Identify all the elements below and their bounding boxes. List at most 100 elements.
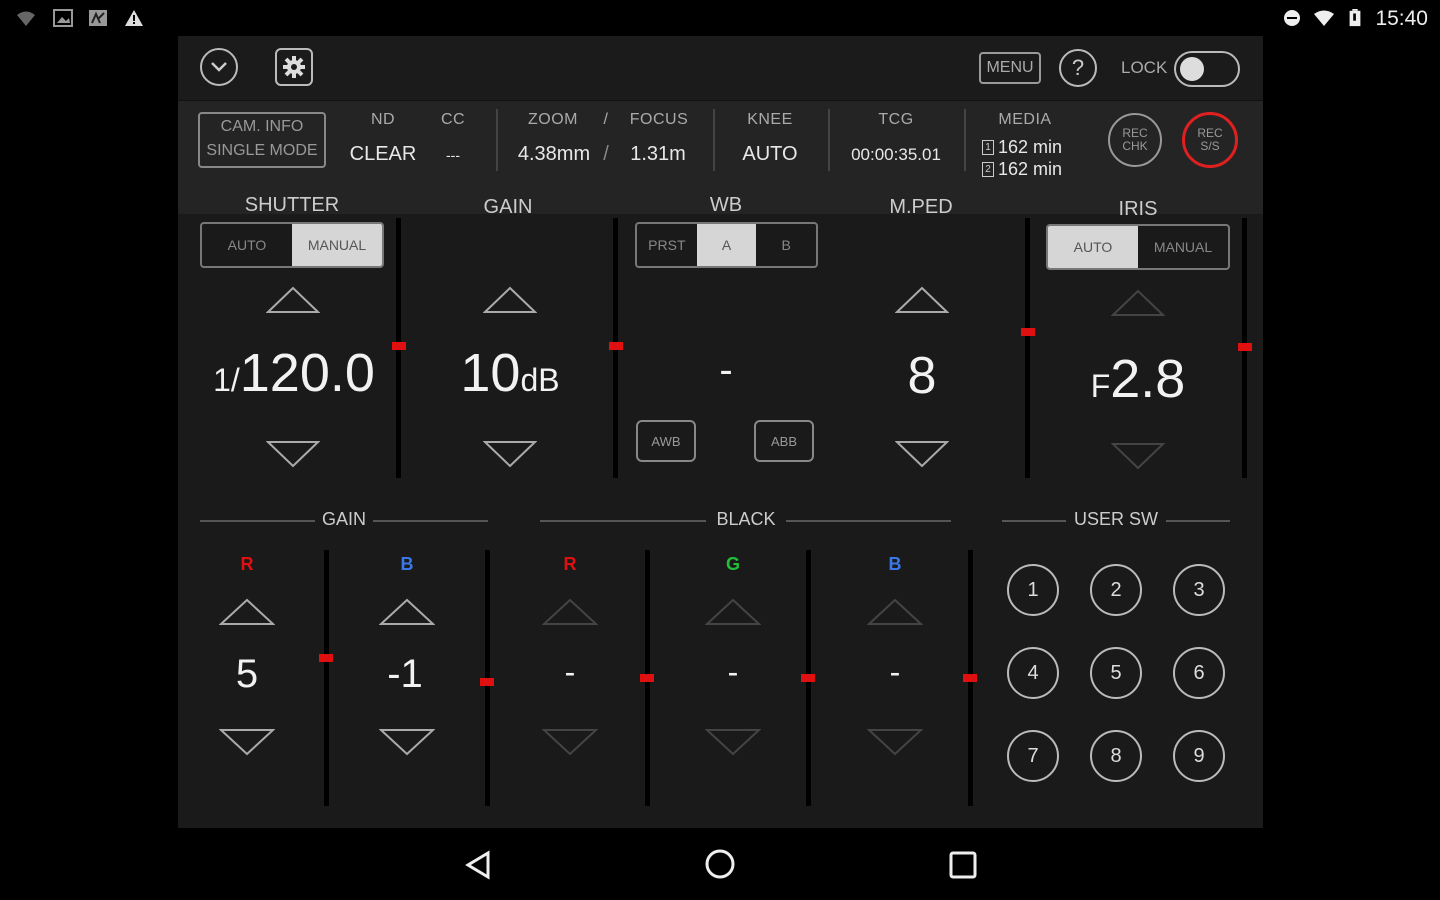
black-r-label: R xyxy=(563,554,577,574)
wb-title: WB xyxy=(709,194,743,216)
shutter-auto-button[interactable]: AUTO xyxy=(202,224,292,266)
black-g-slider-marker[interactable] xyxy=(801,674,815,682)
gain-title: GAIN xyxy=(483,196,533,218)
tcg-value: 00:00:35.01 xyxy=(851,145,941,164)
settings-button[interactable] xyxy=(275,48,313,86)
wb-a-button[interactable]: A xyxy=(696,224,757,266)
help-button[interactable]: ? xyxy=(1059,49,1097,87)
iris-manual-button[interactable]: MANUAL xyxy=(1138,226,1228,268)
shutter-slider-marker[interactable] xyxy=(392,342,406,350)
wb-value: - xyxy=(719,348,733,392)
wifi-icon xyxy=(1314,10,1334,26)
lock-toggle[interactable] xyxy=(1174,51,1240,87)
focus-label: FOCUS xyxy=(629,111,689,128)
black-b-up-button[interactable] xyxy=(867,598,923,626)
user-sw-title: USER SW xyxy=(1073,509,1158,529)
cam-info-title: CAM. INFO xyxy=(220,118,304,135)
zoom-label: ZOOM xyxy=(528,111,578,128)
wb-preset-button[interactable]: PRST xyxy=(637,224,697,266)
image-icon xyxy=(53,9,73,27)
gain-down-button[interactable] xyxy=(483,440,537,468)
divider xyxy=(828,109,830,171)
nd-value: CLEAR xyxy=(349,143,417,165)
iris-auto-button[interactable]: AUTO xyxy=(1048,226,1138,268)
battery-icon xyxy=(1349,9,1361,27)
black-r-slider-marker[interactable] xyxy=(640,674,654,682)
slash-label: / xyxy=(603,111,609,128)
system-nav-bar xyxy=(0,828,1440,900)
black-b-value: - xyxy=(889,654,901,690)
black-r-value: - xyxy=(564,654,576,690)
camera-control-panel: MENU ? LOCK CAM. INFO SINGLE MODE ND CLE… xyxy=(178,36,1263,828)
gain-r-label: R xyxy=(240,554,254,574)
user-sw-6-button[interactable]: 6 xyxy=(1173,647,1225,699)
gain-value: 10dB xyxy=(440,342,580,404)
mped-up-button[interactable] xyxy=(895,286,949,314)
user-sw-2-button[interactable]: 2 xyxy=(1090,564,1142,616)
cam-info-button[interactable]: CAM. INFO SINGLE MODE xyxy=(198,112,326,168)
zoom-value: 4.38mm xyxy=(517,143,591,165)
mped-slider-marker[interactable] xyxy=(1021,328,1035,336)
iris-title: IRIS xyxy=(1118,198,1158,220)
gain-b-slider-marker[interactable] xyxy=(480,678,494,686)
wb-b-button[interactable]: B xyxy=(756,224,816,266)
shutter-mode-toggle: AUTO MANUAL xyxy=(200,222,384,268)
black-g-down-button[interactable] xyxy=(705,728,761,756)
user-sw-3-button[interactable]: 3 xyxy=(1173,564,1225,616)
media-1-remaining: 162 min xyxy=(998,136,1063,157)
user-sw-7-button[interactable]: 7 xyxy=(1007,730,1059,782)
rec-start-stop-button[interactable]: REC S/S xyxy=(1182,112,1238,168)
cam-info-mode: SINGLE MODE xyxy=(206,142,318,159)
divider xyxy=(1166,520,1230,522)
shutter-title: SHUTTER xyxy=(244,194,340,216)
shutter-up-button[interactable] xyxy=(266,286,320,314)
iris-down-button[interactable] xyxy=(1111,442,1165,470)
black-r-up-button[interactable] xyxy=(542,598,598,626)
user-sw-4-button[interactable]: 4 xyxy=(1007,647,1059,699)
user-sw-9-button[interactable]: 9 xyxy=(1173,730,1225,782)
user-sw-5-button[interactable]: 5 xyxy=(1090,647,1142,699)
user-sw-8-button[interactable]: 8 xyxy=(1090,730,1142,782)
cc-value: --- xyxy=(446,147,460,163)
divider xyxy=(1002,520,1066,522)
menu-button[interactable]: MENU xyxy=(979,52,1041,84)
warning-icon xyxy=(125,10,143,26)
black-g-value: - xyxy=(727,654,739,690)
mped-down-button[interactable] xyxy=(895,440,949,468)
gain-slider-marker[interactable] xyxy=(609,342,623,350)
gain-b-down-button[interactable] xyxy=(379,728,435,756)
rec-check-button[interactable]: REC CHK xyxy=(1108,113,1162,167)
recents-icon[interactable] xyxy=(948,850,978,880)
gain-r-up-button[interactable] xyxy=(219,598,275,626)
gain-r-down-button[interactable] xyxy=(219,728,275,756)
black-g-up-button[interactable] xyxy=(705,598,761,626)
user-sw-1-button[interactable]: 1 xyxy=(1007,564,1059,616)
gain-up-button[interactable] xyxy=(483,286,537,314)
abb-button[interactable]: ABB xyxy=(754,420,814,462)
gain-number: 10 xyxy=(460,343,521,403)
black-b-slider-marker[interactable] xyxy=(963,674,977,682)
home-icon[interactable] xyxy=(704,848,736,880)
dnd-icon xyxy=(1284,10,1300,26)
mped-slider[interactable] xyxy=(1025,218,1030,478)
media-slot-2: 2 162 min xyxy=(982,159,1062,179)
iris-slider-marker[interactable] xyxy=(1238,343,1252,351)
back-icon[interactable] xyxy=(464,850,492,880)
shutter-down-button[interactable] xyxy=(266,440,320,468)
black-r-down-button[interactable] xyxy=(542,728,598,756)
shutter-value: 1/120.0 xyxy=(206,342,382,404)
collapse-button[interactable] xyxy=(200,48,238,86)
awb-button[interactable]: AWB xyxy=(636,420,696,462)
black-title: BLACK xyxy=(716,509,776,529)
iris-up-button[interactable] xyxy=(1111,289,1165,317)
gain-r-slider-marker[interactable] xyxy=(319,654,333,662)
black-b-down-button[interactable] xyxy=(867,728,923,756)
media-label: MEDIA xyxy=(998,111,1052,128)
iris-value: F2.8 xyxy=(1068,348,1208,410)
gain-r-slider[interactable] xyxy=(324,550,329,806)
media-slot-1: 1 162 min xyxy=(982,137,1062,157)
divider xyxy=(540,520,706,522)
tcg-label: TCG xyxy=(878,111,914,128)
shutter-manual-button[interactable]: MANUAL xyxy=(292,224,382,266)
gain-b-up-button[interactable] xyxy=(379,598,435,626)
